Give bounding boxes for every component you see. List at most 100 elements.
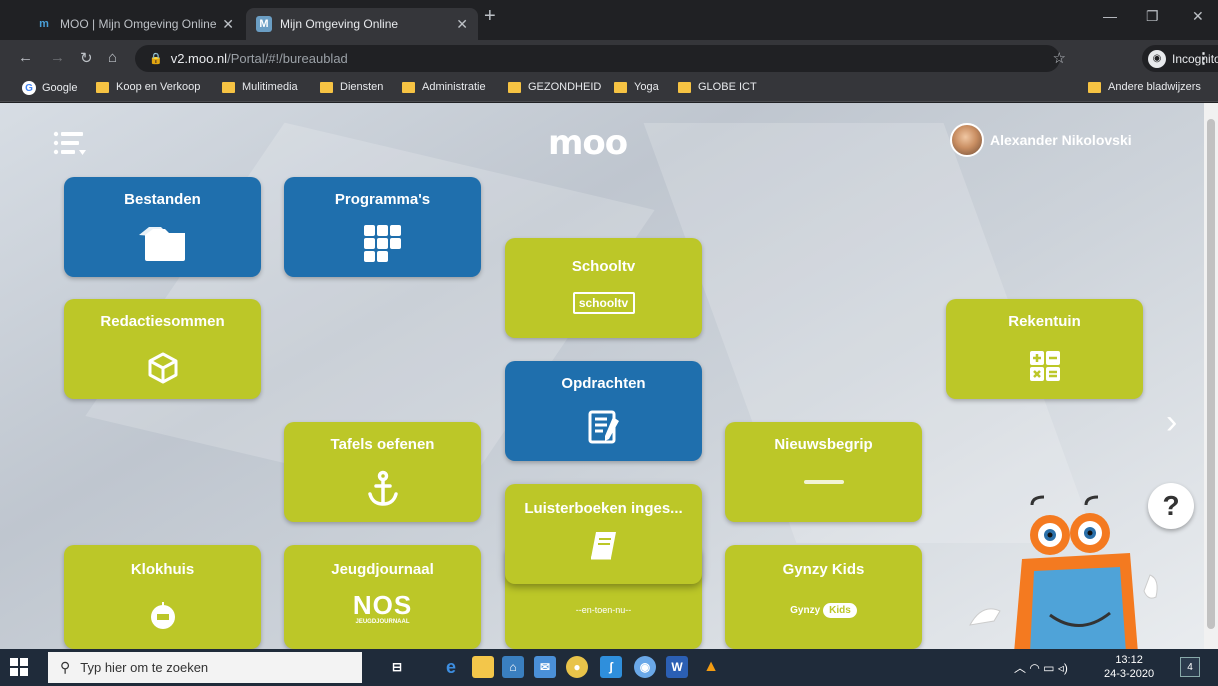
taskbar-search-box[interactable]: ⚲ Typ hier om te zoeken xyxy=(48,652,362,683)
tab-title: MOO | Mijn Omgeving Online xyxy=(60,17,217,31)
tile-label: Klokhuis xyxy=(130,561,195,578)
calculator-icon xyxy=(946,349,1143,383)
new-tab-button[interactable]: + xyxy=(484,5,496,28)
bookmarks-bar: G Google Koop en Verkoop Mulitimedia Die… xyxy=(0,76,1218,102)
tile-gynzy-kids[interactable]: Gynzy Kids Gynzy Kids xyxy=(725,545,922,649)
clock-date: 24-3-2020 xyxy=(1104,668,1155,680)
url-path: /Portal/#!/bureaublad xyxy=(227,51,348,66)
home-icon[interactable]: ⌂ xyxy=(108,49,117,66)
tile-label: Bestanden xyxy=(124,191,201,208)
nos-logo: NOS JEUGDJOURNAAL xyxy=(352,590,413,625)
folder-icon xyxy=(678,81,691,93)
close-tab-icon[interactable]: ✕ xyxy=(456,16,468,33)
bookmark-label: Koop en Verkoop xyxy=(116,81,201,93)
notifications-badge[interactable]: 4 xyxy=(1180,657,1200,677)
folder-icon xyxy=(222,81,235,93)
user-profile[interactable]: Alexander Nikolovski xyxy=(950,123,1132,157)
reload-icon[interactable]: ↻ xyxy=(80,49,93,67)
bookmark-folder-yoga[interactable]: Yoga xyxy=(614,81,659,93)
browser-tab-bar: m MOO | Mijn Omgeving Online ✕ M Mijn Om… xyxy=(0,0,1218,40)
bookmark-google[interactable]: G Google xyxy=(22,81,77,95)
tile-opdrachten[interactable]: Opdrachten xyxy=(505,361,702,461)
entoen-logo: --en-toen-nu-- xyxy=(575,605,632,615)
vpn-icon[interactable]: ◉ xyxy=(634,656,656,678)
book-icon xyxy=(505,530,702,562)
bookmark-label: GLOBE ICT xyxy=(698,81,757,93)
windows-start-icon[interactable] xyxy=(10,658,28,676)
bookmark-label: Google xyxy=(42,82,78,94)
tile-bestanden[interactable]: Bestanden xyxy=(64,177,261,277)
tile-rekentuin[interactable]: Rekentuin xyxy=(946,299,1143,399)
incognito-label: Incognito xyxy=(1172,51,1218,66)
minimize-button[interactable]: — xyxy=(1103,8,1117,24)
bookmark-folder-koop-en-verkoop[interactable]: Koop en Verkoop xyxy=(96,81,200,93)
tab-mijn-omgeving[interactable]: M Mijn Omgeving Online ✕ xyxy=(246,8,478,40)
bookmark-folder-administratie[interactable]: Administratie xyxy=(402,81,486,93)
bookmark-folder-mulitimedia[interactable]: Mulitimedia xyxy=(222,81,298,93)
app-icon[interactable]: ʃ xyxy=(600,656,622,678)
scrollbar-thumb[interactable] xyxy=(1207,119,1215,629)
klokhuis-logo xyxy=(64,601,261,631)
bookmark-folder-globe-ict[interactable]: GLOBE ICT xyxy=(678,81,757,93)
forward-arrow-icon[interactable]: → xyxy=(50,49,65,66)
tile-label: Redactiesommen xyxy=(100,313,225,330)
avatar xyxy=(950,123,984,157)
folder-icon xyxy=(402,81,415,93)
search-icon: ⚲ xyxy=(60,659,71,675)
bookmark-label: Yoga xyxy=(634,81,659,93)
close-window-button[interactable]: ✕ xyxy=(1192,8,1204,25)
system-tray-icons[interactable]: ︿ ◠ ▭ ◃) xyxy=(1014,659,1068,676)
menu-icon[interactable] xyxy=(52,129,88,159)
assignment-icon xyxy=(505,409,702,445)
bookmark-label: GEZONDHEID xyxy=(528,81,602,93)
address-bar[interactable]: 🔒 v2.moo.nl/Portal/#!/bureaublad ☆ xyxy=(135,45,1066,72)
folder-icon xyxy=(614,81,627,93)
tile-label: Schooltv xyxy=(571,258,636,275)
tile-redactiesommen[interactable]: Redactiesommen xyxy=(64,299,261,399)
next-page-arrow-icon[interactable]: › xyxy=(1166,403,1177,442)
folder-icon xyxy=(1088,81,1101,93)
tile-tafels-oefenen[interactable]: Tafels oefenen xyxy=(284,422,481,522)
taskbar-clock[interactable]: 13:12 24-3-2020 xyxy=(1104,653,1154,681)
browser-menu-icon[interactable]: ⋮ xyxy=(1196,49,1211,67)
moo-favicon-icon: M xyxy=(256,16,272,32)
help-button[interactable]: ? xyxy=(1148,483,1194,529)
tile-luisterboeken[interactable]: Luisterboeken inges... xyxy=(505,484,702,584)
tile-label: Nieuwsbegrip xyxy=(774,436,873,453)
tab-moo[interactable]: m MOO | Mijn Omgeving Online ✕ xyxy=(26,8,244,40)
close-tab-icon[interactable]: ✕ xyxy=(222,16,234,33)
tile-nieuwsbegrip[interactable]: Nieuwsbegrip xyxy=(725,422,922,522)
bookmark-folder-diensten[interactable]: Diensten xyxy=(320,81,383,93)
folder-icon xyxy=(96,81,109,93)
page-scrollbar[interactable] xyxy=(1204,103,1218,649)
tile-klokhuis[interactable]: Klokhuis xyxy=(64,545,261,649)
edge-icon[interactable]: e xyxy=(440,656,462,678)
bookmark-folder-gezondheid[interactable]: GEZONDHEID xyxy=(508,81,601,93)
restore-button[interactable]: ❐ xyxy=(1146,8,1159,25)
tile-schooltv[interactable]: Schooltv schooltv xyxy=(505,238,702,338)
chrome-icon[interactable]: ● xyxy=(566,656,588,678)
file-explorer-icon[interactable] xyxy=(472,656,494,678)
word-icon[interactable]: W xyxy=(666,656,688,678)
vlc-icon[interactable]: ▲ xyxy=(700,656,722,678)
google-icon: G xyxy=(22,81,36,95)
back-arrow-icon[interactable]: ← xyxy=(18,49,33,66)
bookmark-label: Andere bladwijzers xyxy=(1108,81,1201,93)
tile-jeugdjournaal[interactable]: Jeugdjournaal NOS JEUGDJOURNAAL xyxy=(284,545,481,649)
gynzy-logo: Gynzy Kids xyxy=(725,603,922,618)
bookmark-label: Administratie xyxy=(422,81,486,93)
user-name: Alexander Nikolovski xyxy=(990,132,1132,148)
nieuwsbegrip-logo xyxy=(725,480,922,484)
tile-label: Opdrachten xyxy=(561,375,646,392)
tile-programmas[interactable]: Programma's xyxy=(284,177,481,277)
bookmark-folder-other[interactable]: Andere bladwijzers xyxy=(1088,81,1201,93)
mail-icon[interactable]: ✉ xyxy=(534,656,556,678)
folder-icon xyxy=(320,81,333,93)
task-view-icon[interactable]: ⊟ xyxy=(386,656,408,678)
lock-icon: 🔒 xyxy=(149,53,163,65)
store-icon[interactable]: ⌂ xyxy=(502,656,524,678)
clock-time: 13:12 xyxy=(1115,654,1143,666)
mascot-illustration xyxy=(969,495,1158,649)
bookmark-star-icon[interactable]: ☆ xyxy=(1053,49,1066,67)
url-host: v2.moo.nl xyxy=(170,51,228,66)
